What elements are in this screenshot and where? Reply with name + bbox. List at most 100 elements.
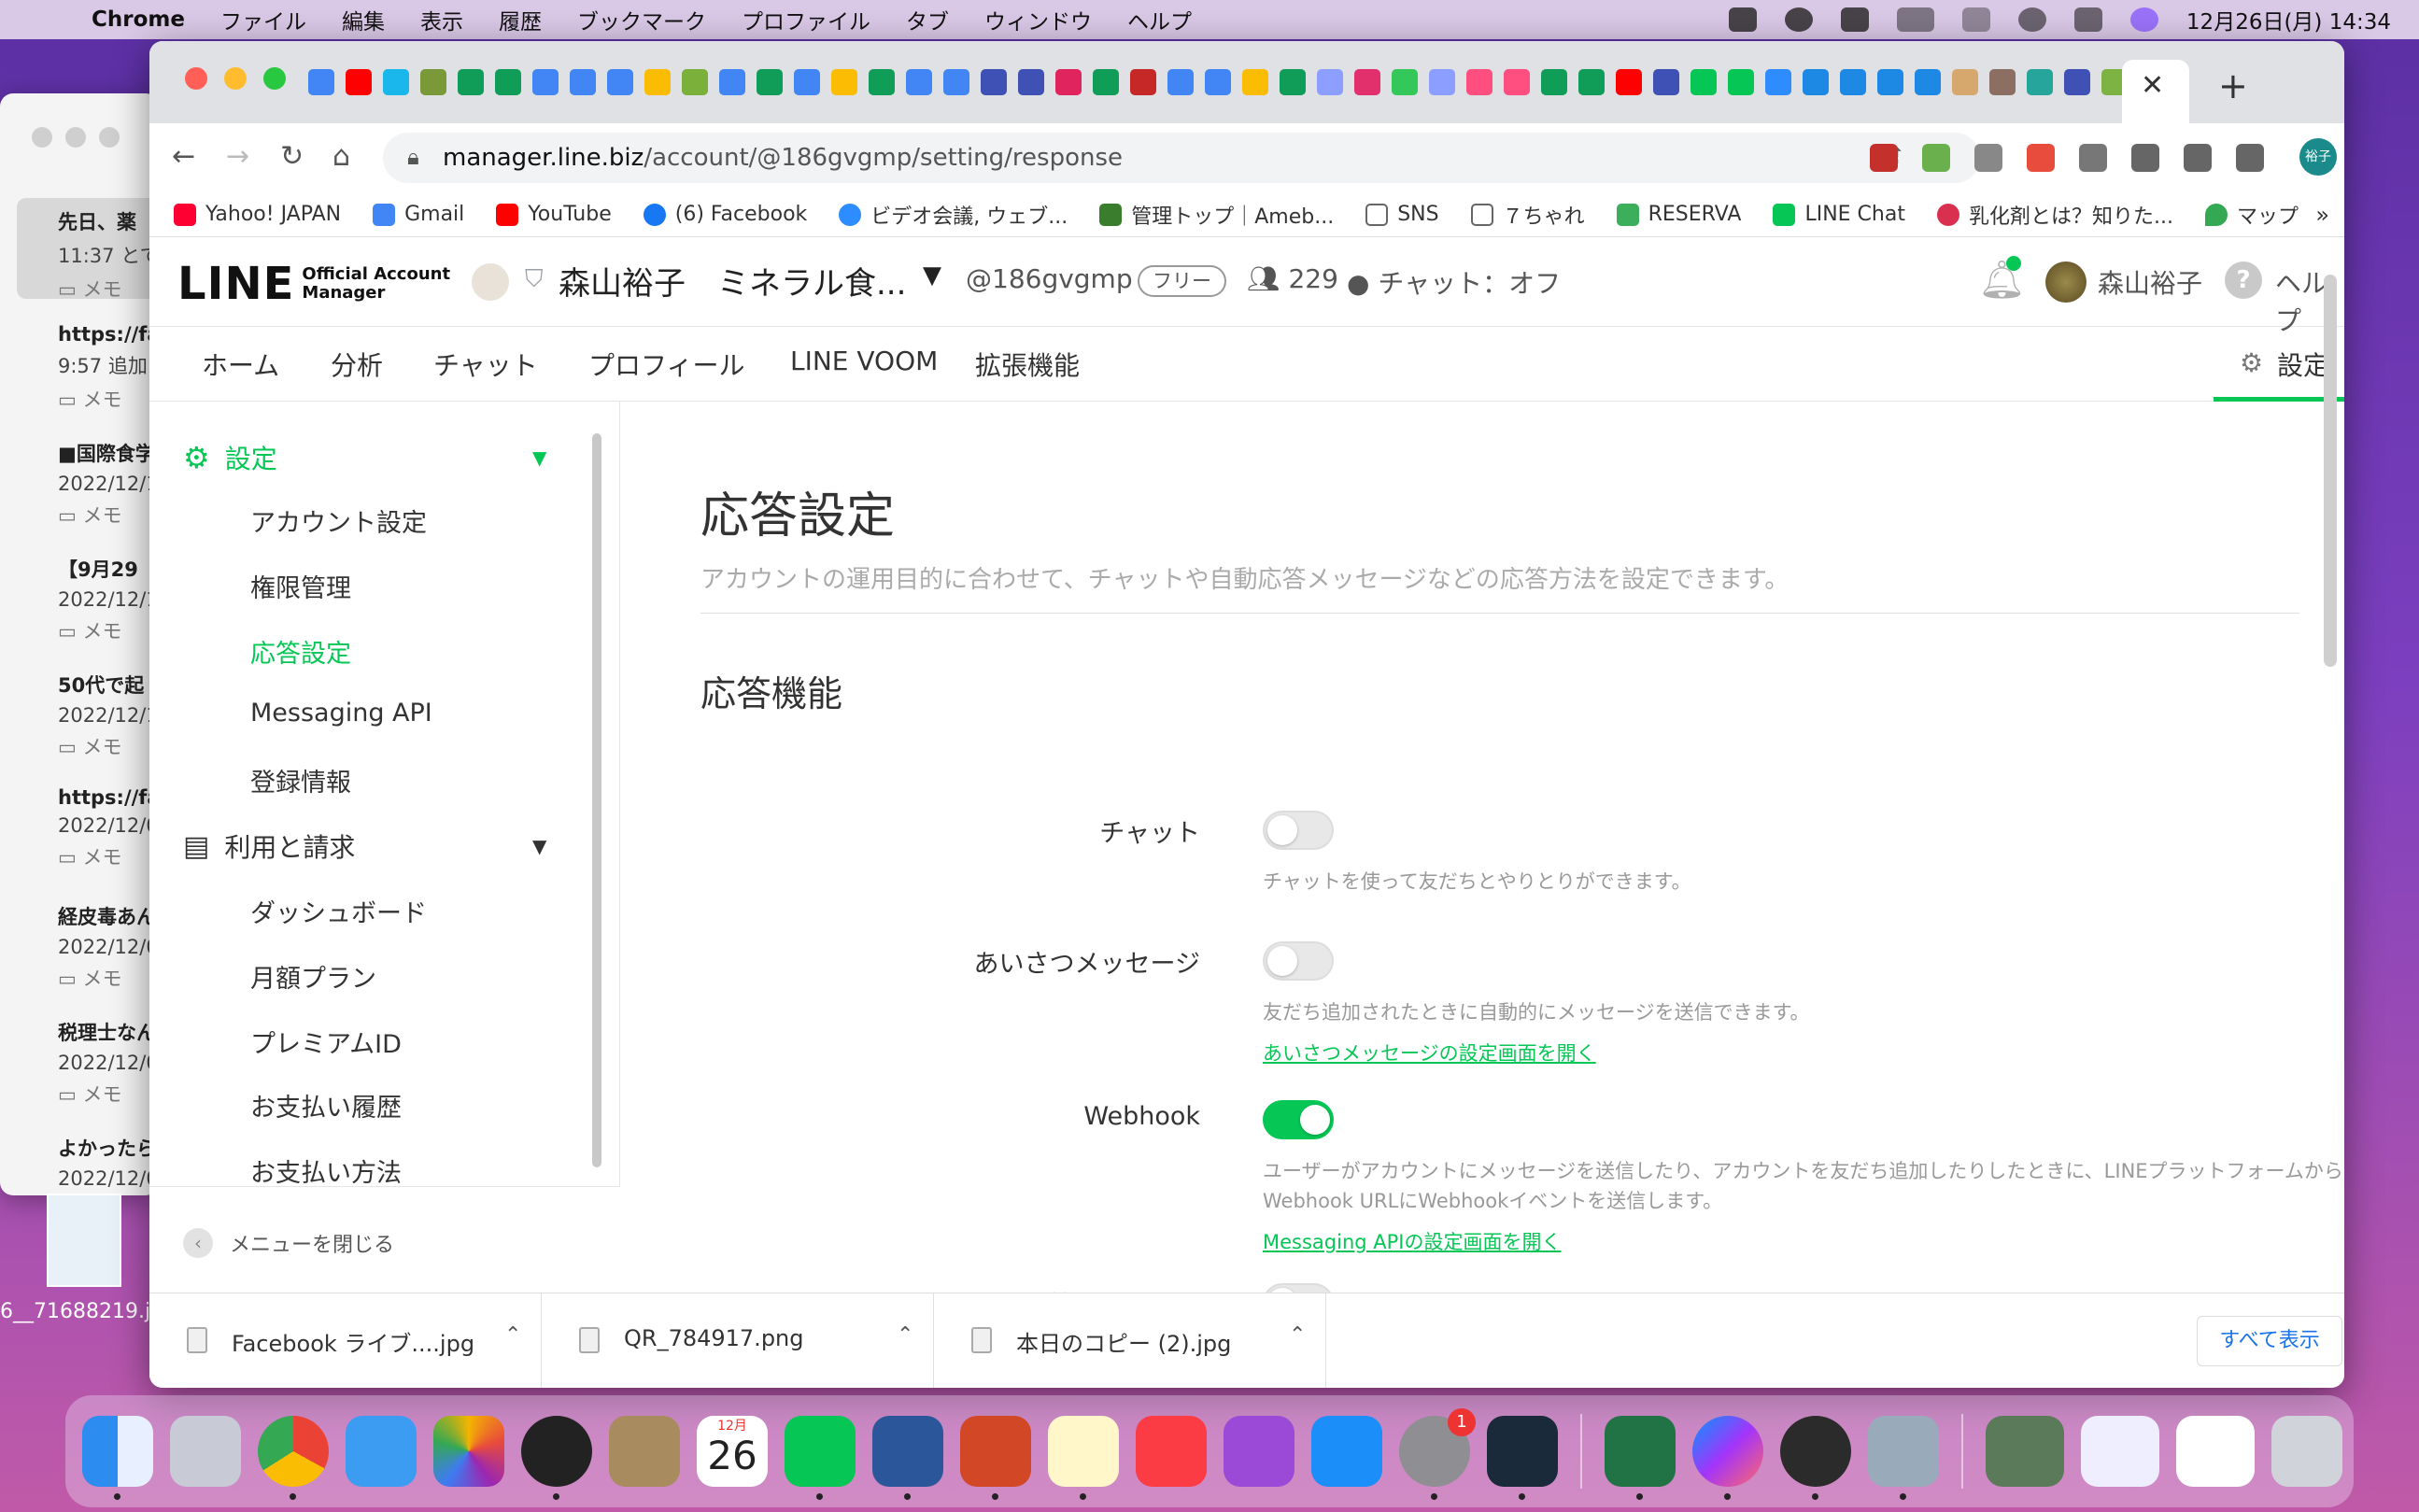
excel-icon[interactable] (1605, 1416, 1676, 1500)
chrome-icon[interactable] (258, 1416, 329, 1500)
minimize-icon[interactable] (65, 127, 86, 148)
tab-favicon[interactable] (1840, 69, 1866, 95)
close-window-icon[interactable] (185, 67, 207, 90)
chevron-up-icon[interactable]: ⌃ (897, 1323, 913, 1347)
music-icon[interactable] (1136, 1416, 1207, 1487)
trash-icon[interactable] (2271, 1416, 2342, 1487)
sidebar-item-response-settings[interactable]: 応答設定 (250, 633, 351, 670)
tab-favicon[interactable] (1205, 69, 1231, 95)
launchpad-icon[interactable] (170, 1416, 241, 1487)
tab-favicon[interactable] (458, 69, 484, 95)
extension-icon[interactable] (1870, 144, 1898, 172)
menu-edit[interactable]: 編集 (342, 4, 385, 35)
zoom-window-icon[interactable] (263, 67, 286, 90)
bookmark-emulsifier[interactable]: 乳化剤とは？知りた... (1936, 200, 2173, 230)
tab-favicon[interactable] (794, 69, 820, 95)
tab-favicon[interactable] (1392, 69, 1418, 95)
tab-favicon[interactable] (719, 69, 745, 95)
bookmark-ameba[interactable]: 管理トップ｜Ameb... (1099, 200, 1334, 230)
recent-window-thumbnail[interactable] (2081, 1416, 2159, 1487)
sidebar-item-monthly-plan[interactable]: 月額プラン (250, 958, 376, 995)
note-item[interactable]: 税理士なん 2022/12/0 ▭ メモ (17, 1009, 159, 1109)
tab-favicon[interactable] (906, 69, 932, 95)
tab-favicon[interactable] (2064, 69, 2090, 95)
control-center-icon[interactable] (2073, 7, 2102, 32)
nav-analytics[interactable]: 分析 (331, 346, 383, 383)
tab-favicon[interactable] (1167, 69, 1194, 95)
help-icon[interactable]: ? (2225, 261, 2262, 299)
greeting-message-toggle[interactable] (1263, 941, 1334, 981)
address-bar[interactable]: 🔒︎ manager.line.biz/account/@186gvgmp/se… (383, 133, 1980, 183)
tab-favicon[interactable] (420, 69, 446, 95)
bookmark-gmail[interactable]: Gmail (373, 203, 464, 226)
menubar-clock[interactable]: 12月26日(月) 14:34 (2186, 4, 2391, 35)
sidebar-item-premium-id[interactable]: プレミアムID (250, 1024, 402, 1060)
tab-favicon[interactable] (1093, 69, 1119, 95)
search-icon[interactable] (2017, 7, 2046, 32)
download-item[interactable]: QR_784917.png ⌃ (542, 1293, 934, 1388)
sidebar-section-settings[interactable]: ⚙ 設定 ▼ (183, 439, 546, 476)
recent-window-thumbnail[interactable] (2176, 1416, 2255, 1487)
chat-extension-icon[interactable] (2079, 144, 2107, 172)
account-name[interactable]: 森山裕子 ミネラル食... (559, 258, 906, 304)
siri-icon[interactable] (2129, 7, 2158, 32)
sidebar-item-permissions[interactable]: 権限管理 (250, 568, 351, 604)
nav-line-voom[interactable]: LINE VOOM (790, 346, 938, 376)
tab-favicon[interactable] (1653, 69, 1679, 95)
obs-icon[interactable] (521, 1416, 592, 1500)
tab-favicon[interactable] (1765, 69, 1791, 95)
quicktime-icon[interactable] (1780, 1416, 1851, 1500)
note-item[interactable]: 50代で起 2022/12/1 ▭ メモ (17, 661, 159, 762)
chevron-up-icon[interactable]: ⌃ (1289, 1323, 1306, 1347)
tab-favicon[interactable] (1130, 69, 1156, 95)
notes-icon[interactable] (1048, 1416, 1119, 1500)
tab-favicon[interactable] (1504, 69, 1530, 95)
note-item[interactable]: 先日、薬 11:37 とて ▭ メモ (17, 198, 159, 301)
note-item[interactable]: よかったら 2022/12/0 (17, 1124, 159, 1195)
sidebar-item-registration-info[interactable]: 登録情報 (250, 762, 351, 798)
nav-profile[interactable]: プロフィール (588, 346, 744, 383)
close-menu-button[interactable]: ‹ メニューを閉じる (149, 1186, 620, 1293)
podcasts-icon[interactable] (1224, 1416, 1294, 1487)
messenger-icon[interactable] (1692, 1416, 1763, 1500)
tab-favicon[interactable] (981, 69, 1007, 95)
tab-favicon[interactable] (1018, 69, 1044, 95)
chat-toggle[interactable] (1263, 811, 1334, 850)
sidebar-section-billing[interactable]: ▤ 利用と請求 ▼ (183, 827, 546, 865)
play-status-icon[interactable] (1784, 7, 1813, 32)
menu-file[interactable]: ファイル (220, 4, 306, 35)
bookmark-folder-sns[interactable]: SNS (1365, 203, 1439, 226)
reload-icon[interactable]: ↻ (280, 140, 304, 173)
auto-reply-toggle[interactable] (1263, 1283, 1334, 1293)
bookmark-maps[interactable]: マップ (2204, 200, 2299, 230)
tab-favicon[interactable] (1242, 69, 1268, 95)
tab-favicon[interactable] (1280, 69, 1306, 95)
close-icon[interactable] (32, 127, 52, 148)
line-oam-logo[interactable]: LINE Official Account Manager (177, 258, 450, 310)
tab-favicon[interactable] (1429, 69, 1455, 95)
menu-help[interactable]: ヘルプ (1127, 4, 1192, 35)
nav-extensions[interactable]: 拡張機能 (975, 346, 1080, 383)
note-item[interactable]: 【9月29 2022/12/1 ▭ メモ (17, 545, 159, 646)
tab-favicon[interactable] (495, 69, 521, 95)
finder-icon[interactable] (82, 1416, 153, 1500)
wifi-off-icon[interactable] (1961, 7, 1990, 32)
nav-home[interactable]: ホーム (202, 346, 279, 383)
preview-icon[interactable] (1868, 1416, 1939, 1500)
tab-favicon[interactable] (1803, 69, 1829, 95)
back-icon[interactable]: ← (172, 140, 195, 173)
bookmark-youtube[interactable]: YouTube (496, 203, 612, 226)
reading-list-icon[interactable] (2184, 144, 2212, 172)
profile-avatar[interactable]: 裕子 (2299, 138, 2337, 176)
mail-icon[interactable] (346, 1416, 417, 1487)
bookmark-reserva[interactable]: RESERVA (1616, 203, 1741, 226)
photos-icon[interactable] (433, 1416, 504, 1487)
tab-favicon[interactable] (1616, 69, 1642, 95)
contacts-icon[interactable] (609, 1416, 680, 1487)
menu-app-name[interactable]: Chrome (92, 7, 185, 32)
filmora-icon[interactable] (1487, 1416, 1558, 1500)
tab-favicon[interactable] (1728, 69, 1754, 95)
tab-favicon[interactable] (1541, 69, 1567, 95)
tab-favicon[interactable] (1690, 69, 1717, 95)
battery-icon[interactable] (1896, 7, 1934, 32)
